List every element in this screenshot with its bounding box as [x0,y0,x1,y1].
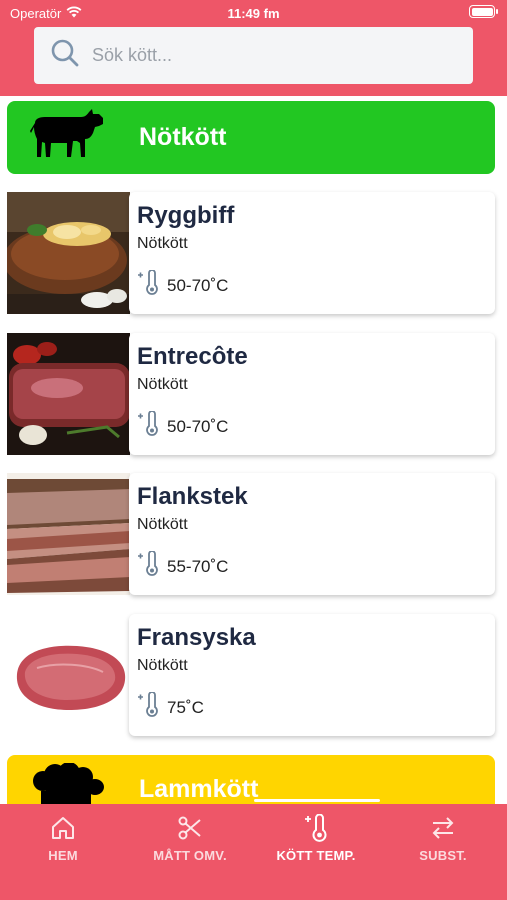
thermometer-icon [137,550,159,582]
tab-label: SUBST. [419,848,467,863]
scroll-indicator [254,799,380,802]
status-bar: Operatör 11:49 fm [0,0,507,26]
thermometer-icon [137,410,159,442]
tab-measure-conversion[interactable]: MÅTT OMV. [127,804,253,900]
meat-category: Nötkött [137,657,188,674]
tab-bar: HEM MÅTT OMV. KÖTT TEMP. SUBST. [0,804,507,900]
entrecote-photo [7,333,130,455]
meat-card-ryggbiff[interactable]: Ryggbiff Nötkött 50-70˚C [7,192,495,314]
thermometer-icon [303,814,329,842]
category-header-lamb[interactable]: Lammkött [7,755,495,804]
tab-home[interactable]: HEM [0,804,126,900]
thermometer-icon [137,691,159,723]
scissors-icon [177,814,203,842]
meat-category: Nötkött [137,516,188,533]
temp-value: 50-70˚C [167,275,229,295]
flank-steak-photo [7,473,130,595]
status-time: 11:49 fm [227,6,280,21]
temp-row: 55-70˚C [137,550,229,582]
tab-label: KÖTT TEMP. [276,848,356,863]
category-header-beef[interactable]: Nötkött [7,101,495,174]
meat-category: Nötkött [137,376,188,393]
temp-value: 50-70˚C [167,416,229,436]
meat-name: Entrecôte [137,343,248,370]
search-icon [50,38,80,73]
meat-card-body: Ryggbiff Nötkött 50-70˚C [129,192,495,314]
temp-row: 50-70˚C [137,410,229,442]
tab-substitutes[interactable]: SUBST. [380,804,506,900]
category-title: Lammkött [139,775,259,803]
meat-name: Fransyska [137,624,256,651]
meat-card-fransyska[interactable]: Fransyska Nötkött 75˚C [7,614,495,736]
temp-row: 75˚C [137,691,204,723]
tab-meat-temp[interactable]: KÖTT TEMP. [253,804,379,900]
meat-name: Flankstek [137,483,248,510]
temp-value: 75˚C [167,697,204,717]
steak-photo [7,192,130,314]
meat-card-entrecote[interactable]: Entrecôte Nötkött 50-70˚C [7,333,495,455]
temp-value: 55-70˚C [167,556,229,576]
tab-label: HEM [48,848,78,863]
home-icon [50,814,76,842]
meat-category: Nötkött [137,235,188,252]
search-input[interactable]: Sök kött... [34,27,473,84]
header: Operatör 11:49 fm Sök kött... [0,0,507,96]
thermometer-icon [137,269,159,301]
meat-name: Ryggbiff [137,202,235,229]
swap-arrows-icon [430,814,456,842]
raw-beef-photo [7,614,130,736]
meat-card-flankstek[interactable]: Flankstek Nötkött 55-70˚C [7,473,495,595]
meat-card-body: Entrecôte Nötkött 50-70˚C [129,333,495,455]
category-title: Nötkött [139,123,227,151]
cow-icon [29,109,107,166]
meat-list[interactable]: Nötkött Ryggbiff Nötkött 50-70˚C Entrecô… [0,96,507,804]
battery-icon [469,5,498,18]
tab-label: MÅTT OMV. [153,848,227,863]
sheep-icon [29,762,107,804]
search-placeholder: Sök kött... [92,45,173,65]
meat-card-body: Fransyska Nötkött 75˚C [129,614,495,736]
temp-row: 50-70˚C [137,269,229,301]
meat-card-body: Flankstek Nötkött 55-70˚C [129,473,495,595]
